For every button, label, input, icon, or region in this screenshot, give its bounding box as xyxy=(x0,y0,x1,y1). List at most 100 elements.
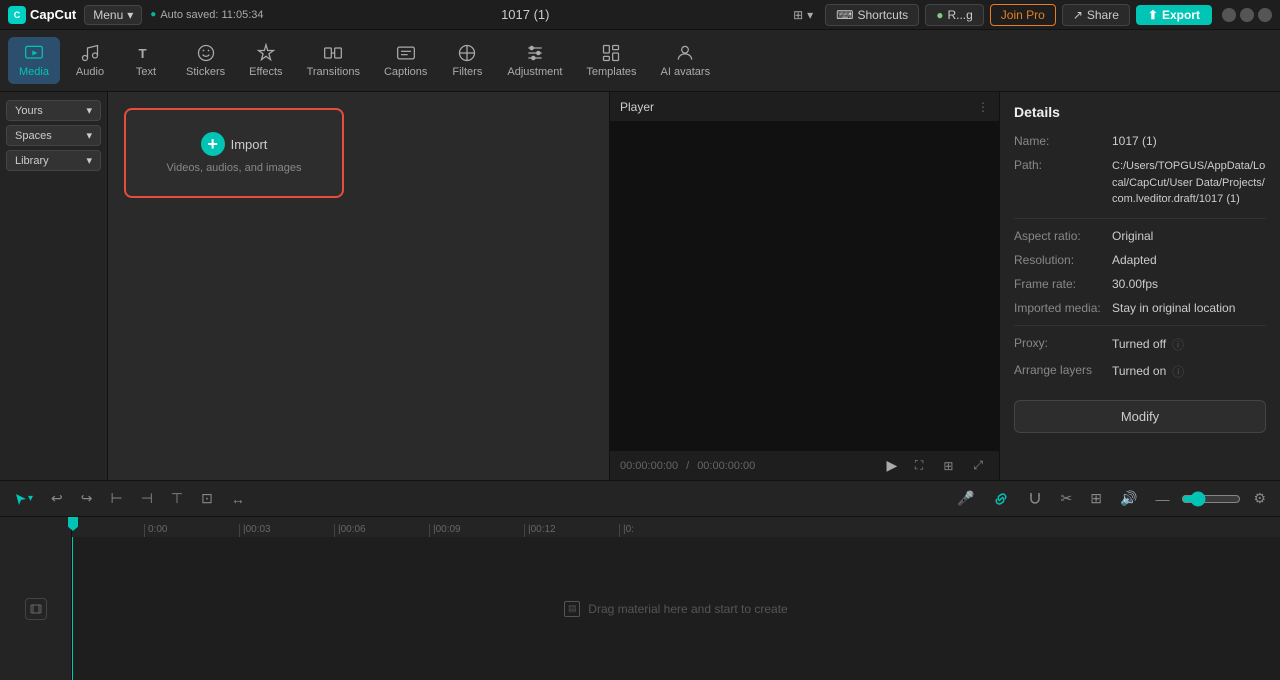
share-button[interactable]: ↗ Share xyxy=(1062,4,1130,26)
ruler-mark-9: |00:09 xyxy=(429,524,524,537)
share-label: Share xyxy=(1087,8,1119,22)
toolbar-item-stickers[interactable]: Stickers xyxy=(176,37,235,84)
menu-label: Menu xyxy=(93,8,123,22)
sidebar-library-label: Library xyxy=(15,155,49,167)
details-panel: Details Name: 1017 (1) Path: C:/Users/TO… xyxy=(1000,92,1280,480)
split-left-button[interactable]: ⊣ xyxy=(135,487,159,510)
ruler-mark-3: |00:03 xyxy=(239,524,334,537)
export-button[interactable]: ⬆ Export xyxy=(1136,5,1212,25)
toolbar-item-ai-avatars[interactable]: AI avatars xyxy=(651,37,721,84)
app-logo: C CapCut xyxy=(8,6,76,24)
player-settings-button[interactable]: ⊞ xyxy=(937,456,959,476)
media-panel: + Import Videos, audios, and images xyxy=(108,92,610,480)
menu-chevron-icon: ▾ xyxy=(127,8,133,22)
details-title: Details xyxy=(1014,104,1266,120)
titlebar-right: ⊞ ▾ ⌨ Shortcuts ● R...g Join Pro ↗ Share… xyxy=(787,4,1272,26)
ruler-mark-0: 0:00 xyxy=(144,524,239,537)
undo-button[interactable]: ↩ xyxy=(45,487,69,510)
sidebar-dropdown-spaces[interactable]: Spaces ▾ xyxy=(6,125,101,146)
delete-segment-button[interactable]: ⊡ xyxy=(195,487,219,510)
toolbar-item-filters[interactable]: Filters xyxy=(441,37,493,84)
display-chevron-icon: ▾ xyxy=(807,8,813,22)
import-button[interactable]: + Import Videos, audios, and images xyxy=(124,108,344,198)
detail-imported-row: Imported media: Stay in original locatio… xyxy=(1014,301,1266,315)
player-time-separator: / xyxy=(686,460,689,472)
player-viewport xyxy=(610,122,999,450)
stickers-label: Stickers xyxy=(186,66,225,78)
titlebar: C CapCut Menu ▾ Auto saved: 11:05:34 101… xyxy=(0,0,1280,30)
scissors-button[interactable]: ✂ xyxy=(1055,487,1079,510)
transitions-icon xyxy=(323,43,343,63)
minimize-button[interactable]: — xyxy=(1222,8,1236,22)
timeline: ▾ ↩ ↪ ⊢ ⊣ ⊤ ⊡ ↔ 🎤 xyxy=(0,480,1280,680)
thumbnail-button[interactable]: ⊞ xyxy=(1084,487,1108,510)
arrange-info-icon[interactable]: ⓘ xyxy=(1172,363,1184,380)
player-expand-button[interactable]: ⤢ xyxy=(967,455,989,476)
sidebar-dropdown-library[interactable]: Library ▾ xyxy=(6,150,101,171)
volume-button[interactable]: 🔊 xyxy=(1114,487,1143,510)
detail-divider-1 xyxy=(1014,218,1266,219)
detail-framerate-value: 30.00fps xyxy=(1112,277,1266,291)
redo-button[interactable]: ↪ xyxy=(75,487,99,510)
toolbar-item-text[interactable]: T Text xyxy=(120,37,172,84)
zoom-slider-minus[interactable]: — xyxy=(1149,488,1175,510)
toolbar-item-adjustment[interactable]: Adjustment xyxy=(497,37,572,84)
player-title: Player xyxy=(620,100,654,114)
link-button[interactable] xyxy=(987,488,1015,510)
detail-aspect-row: Aspect ratio: Original xyxy=(1014,229,1266,243)
player-time-start: 00:00:00:00 xyxy=(620,460,678,472)
text-label: Text xyxy=(136,66,156,78)
adjustment-label: Adjustment xyxy=(507,66,562,78)
toolbar-item-effects[interactable]: Effects xyxy=(239,37,292,84)
detail-path-value: C:/Users/TOPGUS/AppData/Local/CapCut/Use… xyxy=(1112,158,1266,208)
sidebar-yours-label: Yours xyxy=(15,105,43,117)
ai-avatars-label: AI avatars xyxy=(661,66,711,78)
ruler-mark-6: |00:06 xyxy=(334,524,429,537)
detail-name-label: Name: xyxy=(1014,134,1104,148)
select-chevron-icon: ▾ xyxy=(28,493,33,504)
join-pro-button[interactable]: Join Pro xyxy=(990,4,1056,26)
templates-label: Templates xyxy=(586,66,636,78)
svg-text:T: T xyxy=(139,46,147,61)
toolbar-item-audio[interactable]: Audio xyxy=(64,37,116,84)
ruler-mark-15: |0: xyxy=(619,524,714,537)
detail-path-row: Path: C:/Users/TOPGUS/AppData/Local/CapC… xyxy=(1014,158,1266,208)
player-controls: 00:00:00:00 / 00:00:00:00 ▶ ⛶ ⊞ ⤢ xyxy=(610,450,999,480)
magnet-icon xyxy=(1027,491,1043,507)
ruler-marks: 0:00 |00:03 |00:06 |00:09 |00:12 |0: xyxy=(72,517,1280,537)
split-button[interactable]: ⊢ xyxy=(105,487,129,510)
menu-button[interactable]: Menu ▾ xyxy=(84,5,142,25)
shortcuts-button[interactable]: ⌨ Shortcuts xyxy=(825,4,919,26)
ruler-mark-12: |00:12 xyxy=(524,524,619,537)
display-settings-button[interactable]: ⊞ ▾ xyxy=(787,6,819,24)
detail-arrange-label: Arrange layers xyxy=(1014,363,1104,380)
detail-name-row: Name: 1017 (1) xyxy=(1014,134,1266,148)
replace-button[interactable]: ↔ xyxy=(225,488,251,510)
media-label: Media xyxy=(19,66,49,78)
player-menu-icon[interactable]: ⋮ xyxy=(977,100,989,114)
zoom-slider[interactable] xyxy=(1181,491,1241,507)
player-header: Player ⋮ xyxy=(610,92,999,122)
toolbar-item-transitions[interactable]: Transitions xyxy=(297,37,370,84)
detail-path-label: Path: xyxy=(1014,158,1104,208)
play-button[interactable]: ▶ xyxy=(883,457,901,475)
mic-button[interactable]: 🎤 xyxy=(951,487,980,510)
media-icon xyxy=(24,43,44,63)
proxy-info-icon[interactable]: ⓘ xyxy=(1172,336,1184,353)
toolbar-item-media[interactable]: Media xyxy=(8,37,60,84)
playhead-line xyxy=(72,537,73,680)
close-button[interactable]: ✕ xyxy=(1258,8,1272,22)
sidebar-dropdown-yours[interactable]: Yours ▾ xyxy=(6,100,101,121)
toolbar-item-captions[interactable]: Captions xyxy=(374,37,437,84)
modify-button[interactable]: Modify xyxy=(1014,400,1266,433)
profile-button[interactable]: ● R...g xyxy=(925,4,984,26)
sidebar-spaces-chevron-icon: ▾ xyxy=(86,129,92,142)
restore-button[interactable]: ⬜ xyxy=(1240,8,1254,22)
audio-label: Audio xyxy=(76,66,104,78)
toolbar-item-templates[interactable]: Templates xyxy=(576,37,646,84)
select-tool-button[interactable]: ▾ xyxy=(8,489,39,509)
settings-icon-button[interactable]: ⚙ xyxy=(1247,487,1272,510)
fullscreen-button[interactable]: ⛶ xyxy=(909,455,929,476)
crop-button[interactable]: ⊤ xyxy=(165,487,189,510)
magnet-button[interactable] xyxy=(1021,488,1049,510)
